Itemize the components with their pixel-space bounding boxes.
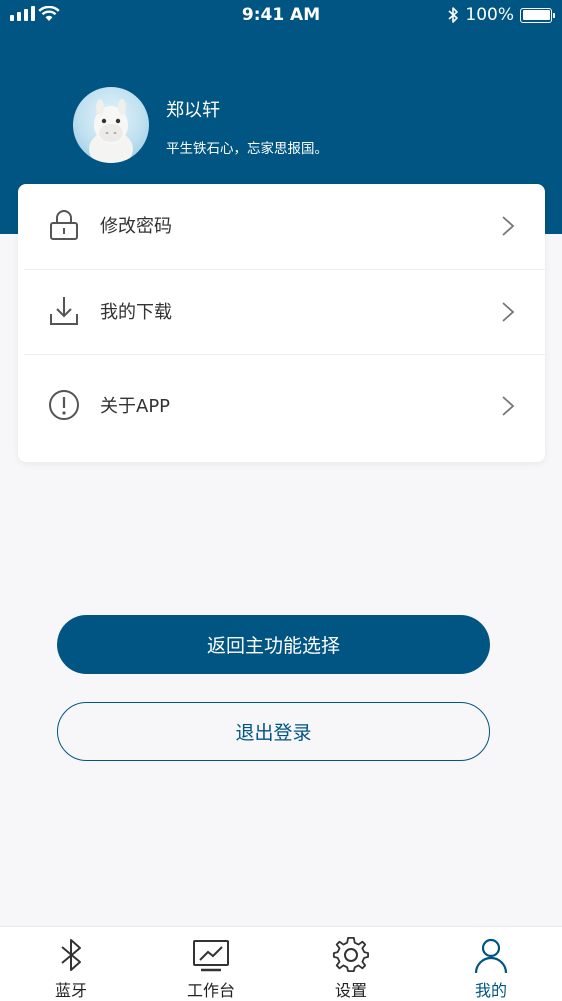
chevron-right-icon: [502, 396, 515, 416]
tab-label: 蓝牙: [54, 981, 87, 1000]
logout-button[interactable]: 退出登录: [57, 702, 490, 761]
battery-percent: 100%: [465, 5, 514, 25]
gear-icon: [332, 936, 369, 973]
chevron-right-icon: [502, 302, 515, 322]
avatar-image: [89, 99, 133, 163]
tab-bar: 蓝牙 工作台 设置 我的: [0, 926, 562, 1001]
menu-item-about-app[interactable]: 关于APP: [18, 364, 545, 448]
menu-item-my-downloads[interactable]: 我的下载: [18, 270, 545, 354]
workbench-icon: [193, 940, 229, 972]
menu-item-label: 关于APP: [100, 396, 171, 417]
tab-mine[interactable]: 我的: [421, 927, 561, 1001]
status-bar: 9:41 AM 100%: [0, 0, 562, 32]
download-icon: [50, 297, 78, 325]
menu-card: 修改密码 我的下载 关于APP: [18, 184, 545, 462]
user-icon: [474, 938, 508, 974]
bluetooth-status-icon: [448, 7, 459, 23]
menu-item-label: 修改密码: [100, 216, 172, 237]
user-name: 郑以轩: [166, 100, 220, 121]
avatar[interactable]: [73, 87, 149, 163]
battery-icon: [520, 7, 555, 23]
lock-icon: [50, 210, 78, 240]
menu-item-change-password[interactable]: 修改密码: [18, 184, 545, 268]
chevron-right-icon: [502, 216, 515, 236]
tab-label: 我的: [474, 981, 507, 1000]
bluetooth-icon: [61, 939, 81, 971]
divider: [24, 354, 545, 355]
tab-label: 工作台: [186, 981, 235, 1000]
tab-workbench[interactable]: 工作台: [141, 927, 281, 1001]
tab-settings[interactable]: 设置: [281, 927, 421, 1001]
info-icon: [49, 390, 79, 420]
menu-item-label: 我的下载: [100, 302, 172, 323]
tab-label: 设置: [334, 981, 367, 1000]
back-to-main-button[interactable]: 返回主功能选择: [57, 615, 490, 674]
tab-bluetooth[interactable]: 蓝牙: [1, 927, 141, 1001]
user-motto: 平生铁石心，忘家思报国。: [166, 141, 328, 157]
